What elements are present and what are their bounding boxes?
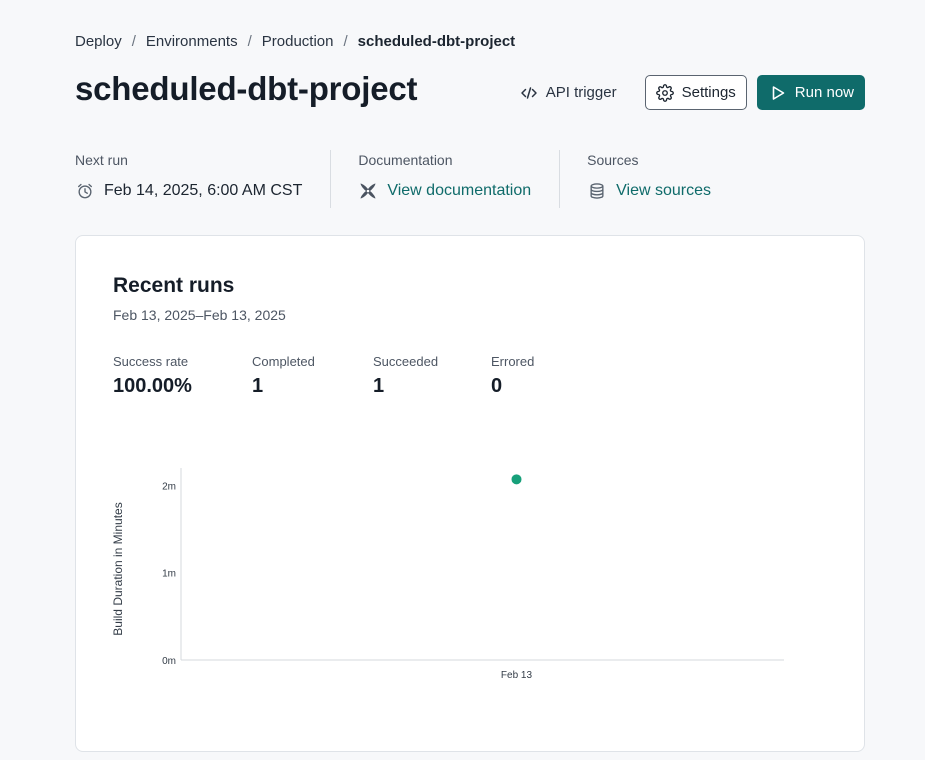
next-run-value: Feb 14, 2025, 6:00 AM CST [75, 181, 302, 201]
stat-success-rate: Success rate 100.00% [113, 354, 252, 398]
header-actions: API trigger Settings Run now [510, 75, 865, 110]
stat-value: 1 [252, 375, 264, 397]
sources-section: Sources View sources [559, 150, 739, 208]
stat-label: Succeeded [373, 354, 439, 369]
code-icon [520, 84, 538, 102]
next-run-time: Feb 14, 2025, 6:00 AM CST [104, 182, 303, 199]
api-trigger-label: API trigger [545, 84, 617, 101]
stat-label: Completed [252, 354, 315, 369]
documentation-section: Documentation View documentation [330, 150, 559, 208]
stat-value: 1 [373, 375, 385, 397]
breadcrumb: Deploy / Environments / Production / sch… [75, 33, 515, 50]
dbt-logo-icon [358, 181, 378, 201]
next-run-label: Next run [75, 152, 128, 168]
y-axis-label: Build Duration in Minutes [111, 502, 125, 635]
recent-runs-date-range: Feb 13, 2025–Feb 13, 2025 [113, 307, 286, 323]
x-tick-label: Feb 13 [501, 670, 533, 681]
stat-completed: Completed 1 [252, 354, 373, 398]
api-trigger-button[interactable]: API trigger [510, 75, 627, 110]
breadcrumb-current: scheduled-dbt-project [357, 33, 516, 50]
run-stats: Success rate 100.00% Completed 1 Succeed… [113, 354, 591, 398]
settings-button[interactable]: Settings [644, 75, 747, 110]
stat-label: Errored [491, 354, 535, 369]
run-now-label: Run now [794, 84, 854, 101]
play-icon [769, 84, 787, 102]
y-tick-label: 1m [162, 569, 176, 580]
breadcrumb-separator: / [247, 33, 252, 50]
view-documentation-text: View documentation [387, 182, 532, 199]
alarm-clock-icon [75, 181, 95, 201]
y-tick-label: 2m [162, 481, 176, 492]
documentation-label: Documentation [358, 152, 453, 168]
run-now-button[interactable]: Run now [756, 75, 865, 110]
stat-label: Success rate [113, 354, 189, 369]
sources-label: Sources [587, 152, 639, 168]
page-title: scheduled-dbt-project [75, 70, 418, 107]
settings-label: Settings [681, 84, 736, 101]
stat-value: 0 [491, 375, 503, 397]
view-documentation-link[interactable]: View documentation [358, 181, 531, 201]
breadcrumb-production[interactable]: Production [262, 33, 334, 50]
y-tick-label: 0m [162, 656, 176, 667]
breadcrumb-deploy[interactable]: Deploy [75, 33, 122, 50]
stat-errored: Errored 0 [491, 354, 591, 398]
run-point [511, 474, 522, 485]
breadcrumb-environments[interactable]: Environments [146, 33, 238, 50]
database-icon [587, 181, 607, 201]
job-meta: Next run Feb 14, 2025, 6:00 AM CST Docum… [75, 150, 739, 208]
view-sources-text: View sources [616, 182, 711, 199]
recent-runs-card: Recent runs Feb 13, 2025–Feb 13, 2025 Su… [75, 235, 865, 752]
stat-succeeded: Succeeded 1 [373, 354, 491, 398]
breadcrumb-separator: / [343, 33, 348, 50]
next-run-section: Next run Feb 14, 2025, 6:00 AM CST [75, 150, 330, 208]
gear-icon [655, 83, 674, 102]
recent-runs-title: Recent runs [113, 274, 235, 297]
breadcrumb-separator: / [131, 33, 136, 50]
stat-value: 100.00% [113, 375, 192, 397]
view-sources-link[interactable]: View sources [587, 181, 711, 201]
